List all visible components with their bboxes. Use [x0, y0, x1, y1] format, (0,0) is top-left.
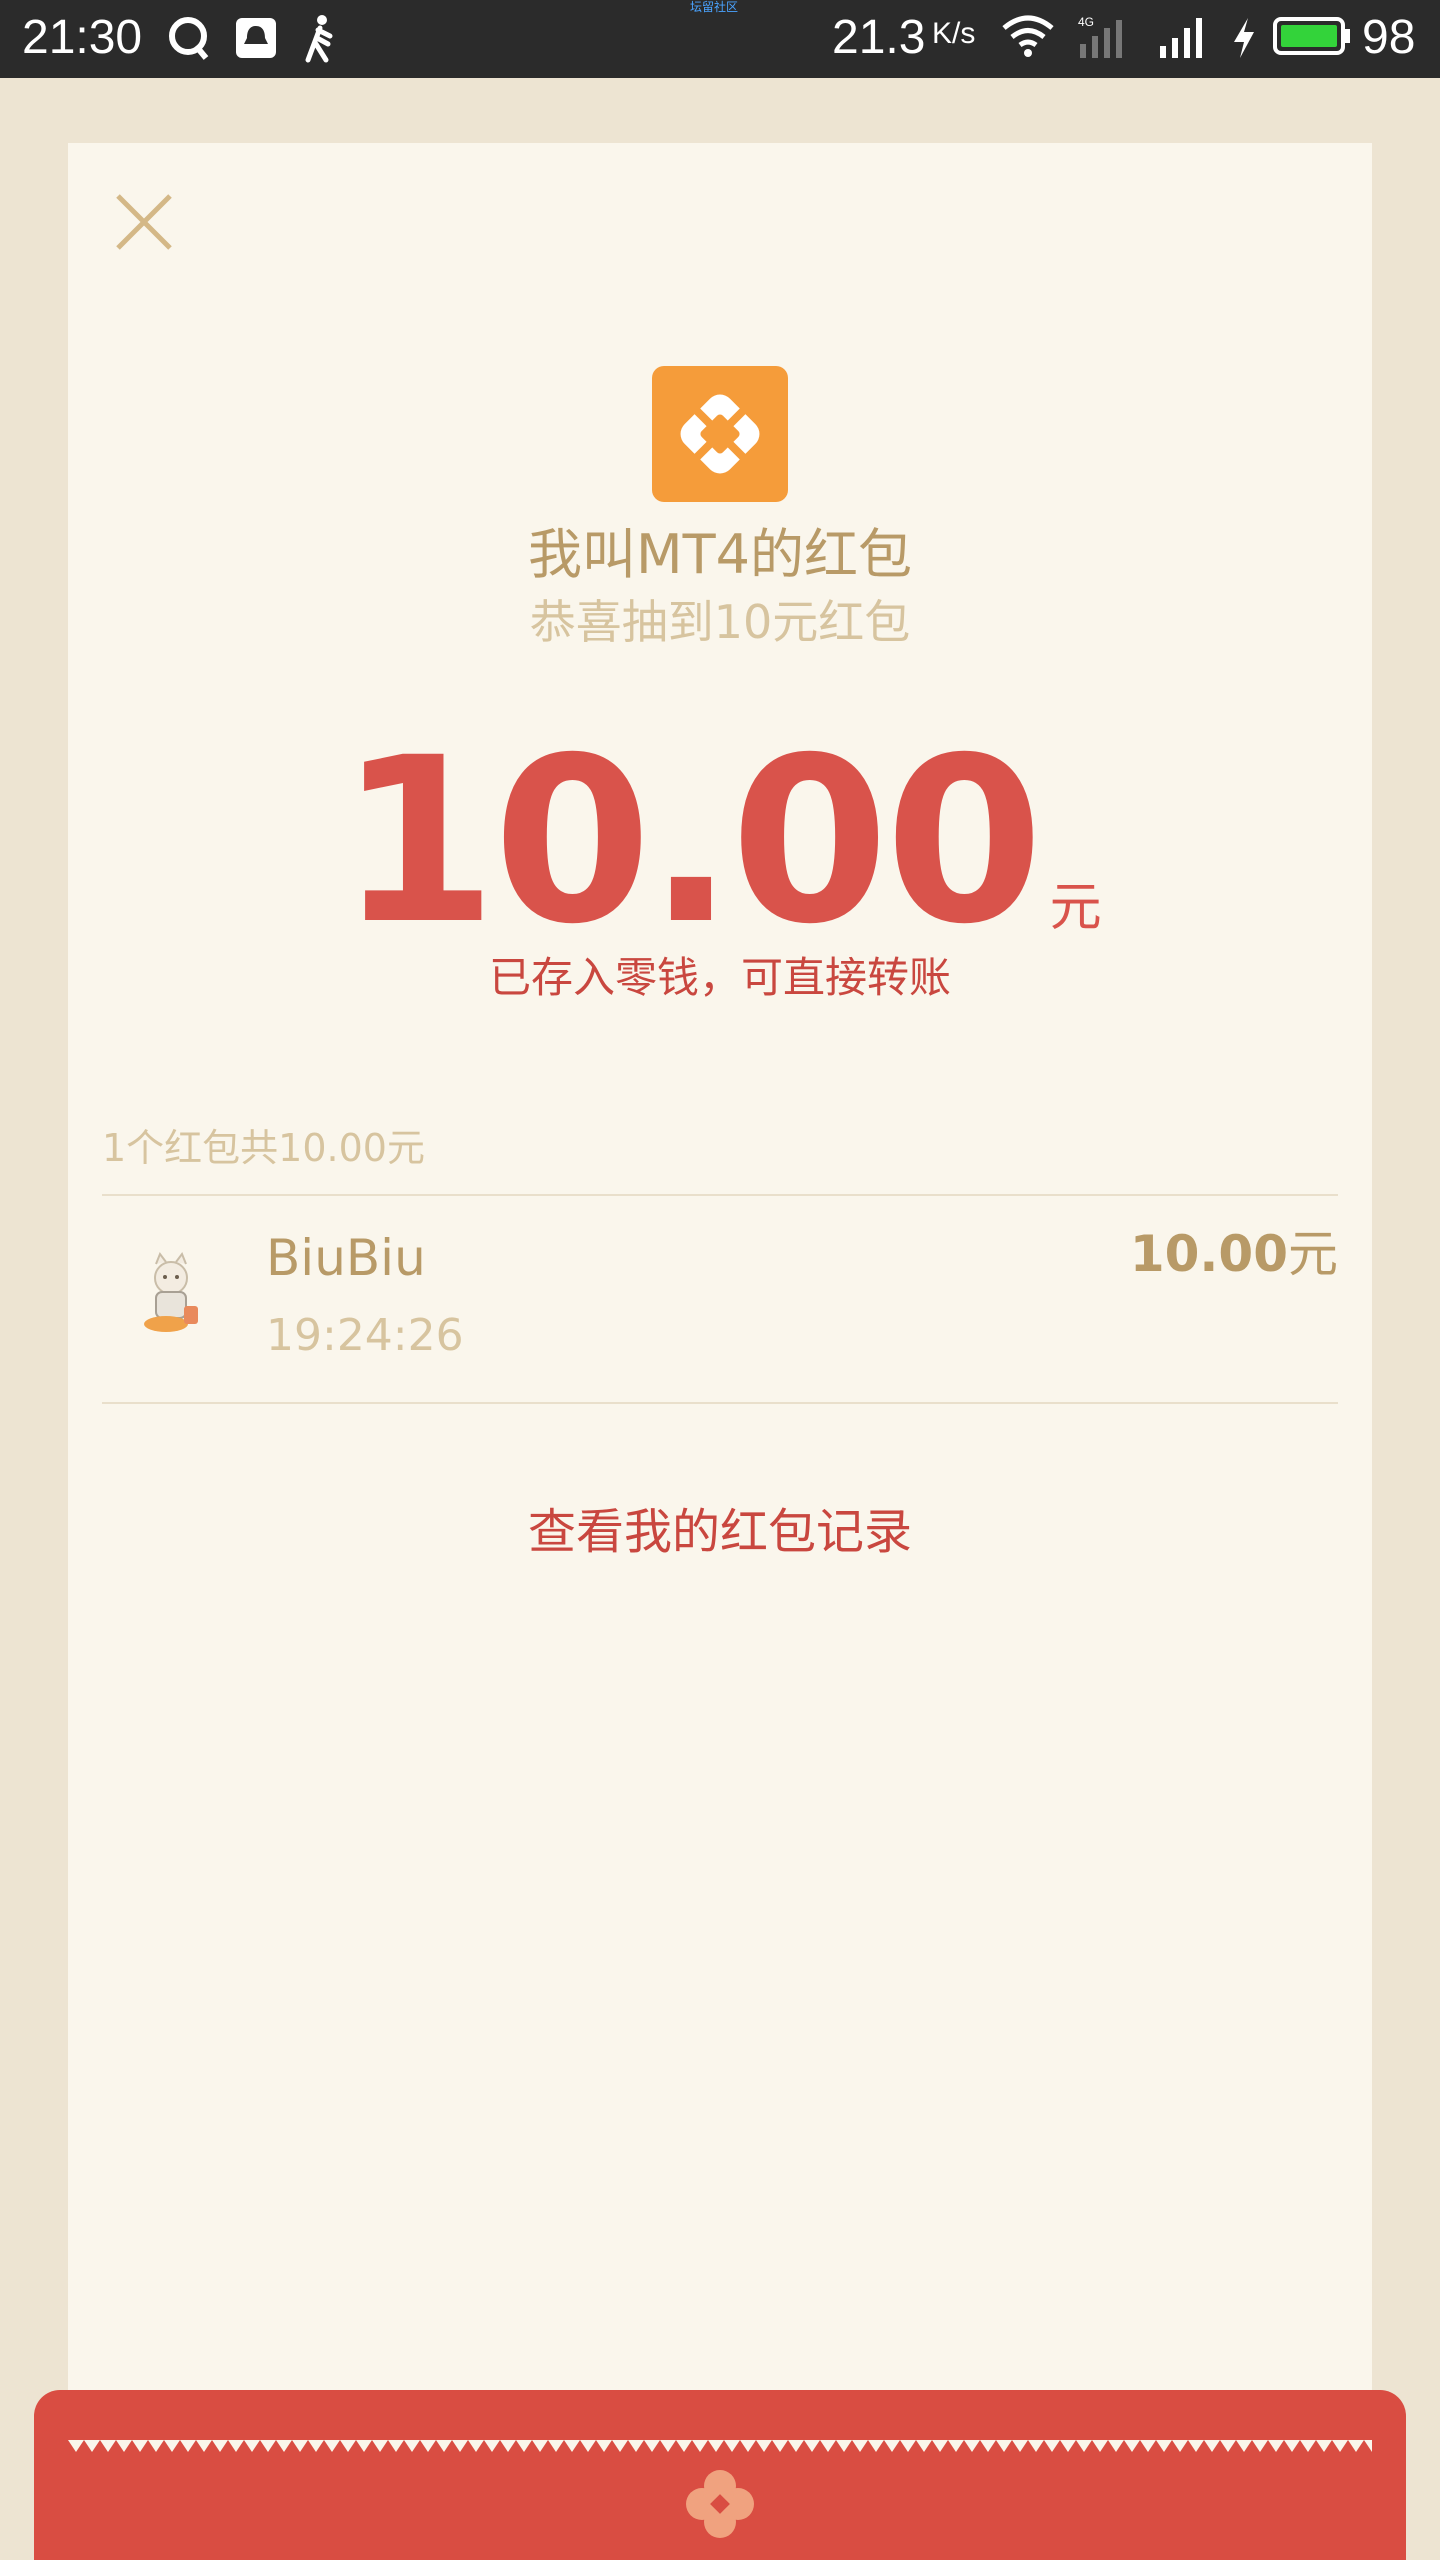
record-amount-value: 10.00	[1129, 1225, 1288, 1283]
close-icon[interactable]	[112, 190, 176, 254]
network-label: 4G	[1078, 15, 1094, 29]
amount-display: 10.00 元	[0, 708, 1440, 974]
battery-icon	[1273, 17, 1350, 55]
amount-unit: 元	[1049, 878, 1102, 938]
net-speed: 21.3	[832, 11, 926, 64]
record-name: BiuBiu	[266, 1229, 426, 1287]
record-amount-unit: 元	[1288, 1225, 1338, 1283]
wifi-icon	[1002, 15, 1054, 57]
amount-value: 10.00	[338, 708, 1043, 974]
flower-ornament-icon	[686, 2470, 754, 2538]
packet-subtitle: 恭喜抽到10元红包	[529, 595, 911, 649]
avatar	[144, 1251, 198, 1332]
signal-icon	[1160, 18, 1202, 58]
walking-icon	[305, 15, 333, 63]
view-records-link[interactable]: 查看我的红包记录	[0, 1500, 1440, 1564]
status-bar: 21:30 坛留社区 21.3 K/s 4G 98	[0, 0, 1440, 78]
qq-icon	[169, 17, 209, 60]
notification-icon	[236, 18, 276, 58]
status-time: 21:30	[22, 11, 143, 64]
record-amount: 10.00元	[1130, 1222, 1338, 1286]
battery-percent: 98	[1362, 11, 1416, 64]
record-time: 19:24:26	[266, 1310, 464, 1361]
packet-title: 我叫MT4的红包	[528, 523, 912, 586]
list-item: BiuBiu 19:24:26 10.00元	[102, 1196, 1338, 1402]
app-logo	[652, 366, 788, 502]
signal-4g-icon: 4G	[1078, 15, 1122, 58]
packet-summary: 1个红包共10.00元	[102, 1126, 425, 1170]
divider	[102, 1402, 1338, 1404]
lifebuoy-icon	[680, 394, 760, 474]
amount-note[interactable]: 已存入零钱，可直接转账	[0, 948, 1440, 1008]
net-speed-unit: K/s	[932, 17, 976, 50]
zigzag-edge	[68, 2440, 1372, 2452]
status-tiny-label: 坛留社区	[690, 0, 739, 14]
charging-icon	[1234, 18, 1254, 58]
